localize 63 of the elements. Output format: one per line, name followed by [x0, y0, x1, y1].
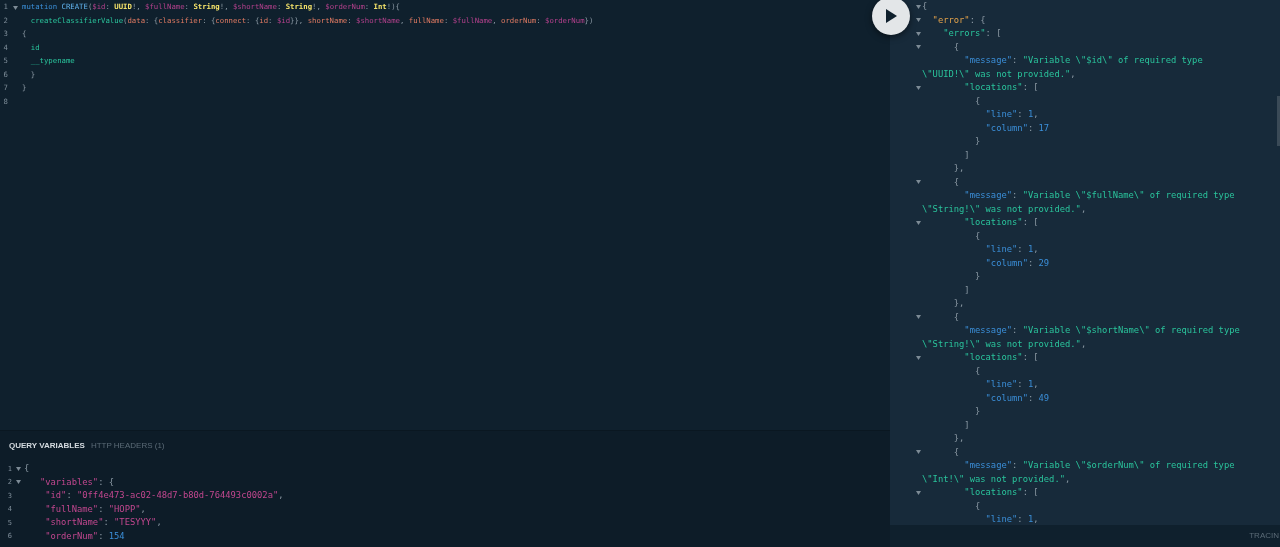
code-line: ] [963, 283, 970, 297]
fold-caret-icon[interactable] [12, 5, 18, 10]
fold-caret-icon[interactable] [915, 450, 921, 455]
code-line: "line": 1, [984, 378, 1039, 392]
fold-caret-icon[interactable] [915, 31, 921, 36]
scrollbar-thumb [1277, 96, 1280, 146]
code-line: "message": "Variable \"$shortName\" of required type [963, 324, 1240, 338]
code-line: \"Int!\" was not provided.", [922, 472, 1071, 486]
code-line: "line": 1, [984, 513, 1039, 525]
code-line: "id": "0ff4e473-ac02-48d7-b80d-764493c0002a", [44, 489, 284, 503]
code-line: "fullName": "HOPP", [44, 502, 146, 516]
code-line: { [973, 94, 981, 108]
code-line: "line": 1, [984, 243, 1039, 257]
fold-caret-icon[interactable] [915, 85, 921, 90]
code-line: }, [952, 297, 965, 311]
play-icon [885, 9, 897, 23]
code-line: }, [952, 432, 965, 446]
code-line: } [973, 405, 981, 419]
code-line: "shortName": "TESYYY", [44, 516, 162, 530]
code-line: "errors": [ [942, 27, 1002, 41]
code-line: \"UUID!\" was not provided.", [922, 67, 1076, 81]
code-line: "error": { [931, 13, 986, 27]
code-line: ] [963, 148, 970, 162]
code-line: } [973, 135, 981, 149]
code-line: "message": "Variable \"$orderNum\" of required type [963, 459, 1235, 473]
code-line: "locations": [ [963, 216, 1039, 230]
fold-caret-icon[interactable] [915, 4, 921, 9]
fold-caret-icon[interactable] [915, 180, 921, 185]
code-line: "line": 1, [984, 108, 1039, 122]
pane-tab[interactable]: HTTP HEADERS (1) [90, 440, 165, 452]
code-line: { [922, 0, 928, 14]
code-line: "message": "Variable \"$id\" of required type [963, 54, 1203, 68]
code-line: "locations": [ [963, 486, 1039, 500]
code-line: "locations": [ [963, 81, 1039, 95]
fold-caret-icon[interactable] [915, 18, 921, 23]
code-line: { [952, 445, 960, 459]
fold-caret-icon[interactable] [915, 315, 921, 320]
code-line: "column": 17 [984, 121, 1050, 135]
fold-caret-icon[interactable] [915, 220, 921, 225]
pane-tab[interactable]: QUERY VARIABLES [9, 440, 85, 452]
code-line: { [973, 499, 981, 513]
code-line: { [952, 40, 960, 54]
code-line: "column": 29 [984, 256, 1050, 270]
code-line: ] [963, 418, 970, 432]
code-line: { [952, 310, 960, 324]
code-line: { [973, 364, 981, 378]
code-line: "orderNum": 154 [44, 529, 125, 543]
code-line: { [24, 462, 30, 476]
code-line: "locations": [ [963, 351, 1039, 365]
code-line: \"String!\" was not provided.", [922, 202, 1087, 216]
code-line: \"String!\" was not provided.", [922, 337, 1087, 351]
code-line: } [973, 270, 981, 284]
code-line: "message": "Variable \"$fullName\" of required type [963, 189, 1235, 203]
code-line: }, [952, 162, 965, 176]
fold-caret-icon[interactable] [915, 45, 921, 50]
fold-caret-icon[interactable] [15, 466, 21, 471]
fold-caret-icon[interactable] [915, 490, 921, 495]
fold-caret-icon[interactable] [915, 355, 921, 360]
code-line: { [973, 229, 981, 243]
code-line: { [952, 175, 960, 189]
code-line: "variables": { [38, 475, 115, 489]
code-line: "column": 49 [984, 391, 1050, 405]
fold-caret-icon[interactable] [15, 480, 21, 485]
